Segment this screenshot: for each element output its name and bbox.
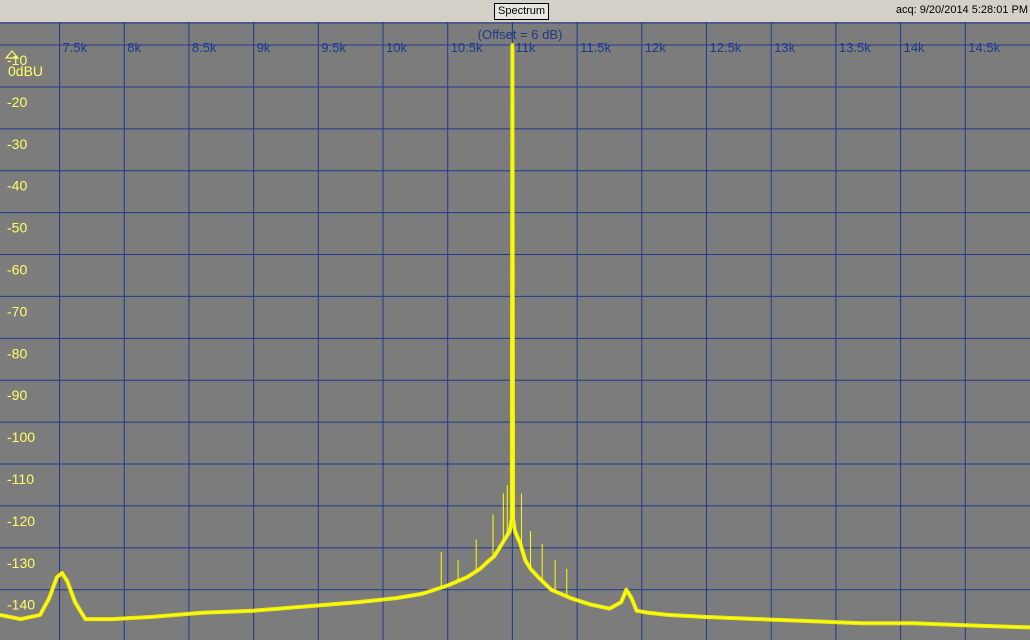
y-tick-label: -110: [7, 471, 34, 487]
y-tick-label: -70: [7, 303, 27, 319]
x-tick-label: 12k: [645, 40, 666, 55]
spectrum-plot-area[interactable]: 7.5k 8k 8.5k 9k 9.5k 10k 10.5k 11k 11.5k 12k 12.5k…: [0, 22, 1030, 640]
y-tick-label: -50: [7, 220, 27, 236]
y-tick-label: -120: [7, 513, 35, 529]
x-tick-label: 10k: [386, 40, 407, 55]
x-tick-label: 11.5k: [580, 40, 611, 55]
y-tick-label: -60: [7, 262, 27, 278]
x-tick-label: 14k: [904, 40, 925, 55]
y-tick-label: -40: [7, 178, 27, 194]
x-tick-label: 8.5k: [192, 40, 217, 55]
x-tick-label: 13k: [774, 40, 795, 55]
x-tick-label: 10.5k: [451, 40, 483, 55]
y-tick-label: -80: [7, 345, 27, 361]
title-bar: Spectrum acq: 9/20/2014 5:28:01 PM: [0, 0, 1030, 22]
spectrum-trace-band: [0, 43, 1030, 630]
y-tick-label: -20: [7, 94, 27, 110]
y-tick-label: -30: [7, 136, 27, 152]
x-tick-label: 9k: [257, 40, 271, 55]
y-tick-label: -130: [7, 555, 35, 571]
reference-level-label: 0dBU: [8, 63, 43, 79]
spectrum-tab-button[interactable]: Spectrum: [494, 3, 550, 20]
x-tick-label: 14.5k: [968, 40, 1000, 55]
x-tick-label: 13.5k: [839, 40, 871, 55]
y-tick-label: -140: [7, 597, 35, 613]
x-tick-label: 9.5k: [321, 40, 346, 55]
offset-annotation: (Offset = 6 dB): [478, 27, 563, 42]
acquisition-timestamp: acq: 9/20/2014 5:28:01 PM: [895, 4, 1028, 16]
x-tick-label: 12.5k: [710, 40, 742, 55]
spectrum-trace: [0, 44, 1030, 629]
x-tick-label: 8k: [127, 40, 141, 55]
x-tick-label: 7.5k: [63, 40, 88, 55]
y-tick-label: -100: [7, 429, 35, 445]
spectrum-chart: 7.5k 8k 8.5k 9k 9.5k 10k 10.5k 11k 11.5k 12k 12.5k…: [0, 22, 1030, 640]
x-tick-label: 11k: [515, 40, 535, 55]
y-tick-label: -90: [7, 387, 27, 403]
